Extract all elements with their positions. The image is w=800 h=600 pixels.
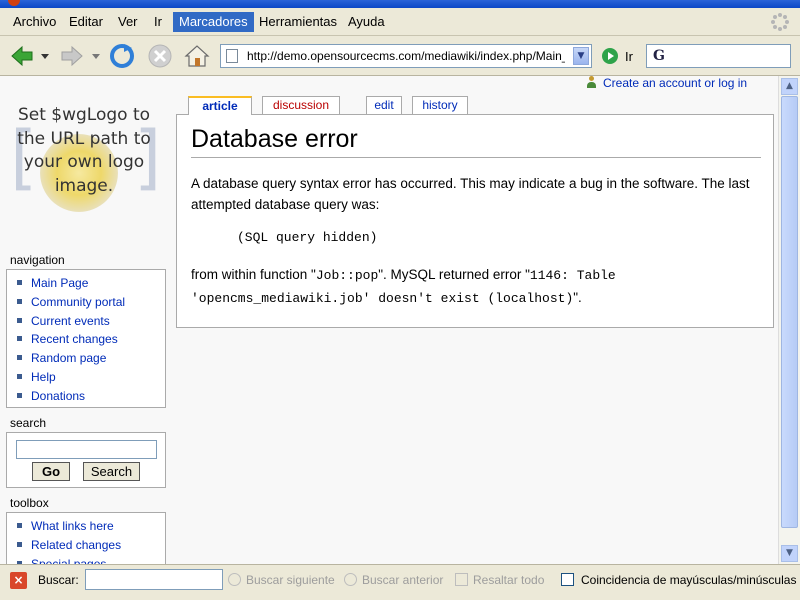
search-input[interactable] <box>16 440 157 459</box>
error-details-suffix: ". <box>573 290 582 305</box>
navigation-portlet: Main Page Community portal Current event… <box>6 269 166 408</box>
url-dropdown-icon[interactable]: ▼ <box>573 47 589 65</box>
scrollbar-thumb[interactable] <box>781 96 798 528</box>
highlight-all-label: Resaltar todo <box>473 573 545 587</box>
nav-link-main-page[interactable]: Main Page <box>17 274 165 293</box>
search-engine-box[interactable]: G <box>646 44 791 68</box>
search-title: search <box>10 416 47 430</box>
find-previous-label: Buscar anterior <box>362 573 444 587</box>
forward-dropdown-icon[interactable] <box>91 51 101 61</box>
find-next-label: Buscar siguiente <box>246 573 335 587</box>
home-icon[interactable] <box>183 42 211 70</box>
close-icon[interactable]: × <box>10 572 27 589</box>
search-button[interactable]: Search <box>83 462 140 481</box>
nav-link-random-page[interactable]: Random page <box>17 349 165 368</box>
match-case-checkbox[interactable] <box>561 573 574 586</box>
toolbox-portlet: What links here Related changes Special … <box>6 512 166 564</box>
create-account-link[interactable]: Create an account or log in <box>586 76 747 90</box>
scroll-up-icon[interactable]: ▲ <box>781 78 798 95</box>
menu-archivo[interactable]: Archivo <box>7 12 62 32</box>
find-input[interactable] <box>85 569 223 590</box>
go-icon[interactable] <box>602 48 618 64</box>
forward-icon[interactable] <box>58 42 86 70</box>
toolbox-link-related-changes[interactable]: Related changes <box>17 536 165 555</box>
toolbox-link-special-pages[interactable]: Special pages <box>17 555 165 564</box>
tab-article[interactable]: article <box>188 96 252 115</box>
reload-icon[interactable] <box>108 42 136 70</box>
menu-ver[interactable]: Ver <box>112 12 144 32</box>
nav-link-current-events[interactable]: Current events <box>17 312 165 331</box>
stop-icon[interactable] <box>146 42 174 70</box>
match-case-label[interactable]: Coincidencia de mayúsculas/minúsculas <box>581 573 796 587</box>
menu-ayuda[interactable]: Ayuda <box>342 12 391 32</box>
sql-query-hidden: (SQL query hidden) <box>237 230 378 245</box>
nav-link-help[interactable]: Help <box>17 368 165 387</box>
content-box: Database error A database query syntax e… <box>176 114 774 328</box>
search-portlet: Go Search <box>6 432 166 488</box>
logo-text: Set $wgLogo to the URL path to your own … <box>17 105 151 196</box>
menu-herramientas[interactable]: Herramientas <box>253 12 343 32</box>
find-next-icon <box>228 573 241 586</box>
back-dropdown-icon[interactable] <box>40 51 50 61</box>
navigation-title: navigation <box>10 253 65 267</box>
tab-discussion[interactable]: discussion <box>262 96 340 114</box>
error-details: from within function "Job::pop". MySQL r… <box>191 264 766 310</box>
create-account-text[interactable]: Create an account or log in <box>603 76 747 90</box>
scroll-down-icon[interactable]: ▼ <box>781 545 798 562</box>
back-icon[interactable] <box>8 42 36 70</box>
page-title: Database error <box>191 123 761 158</box>
nav-link-community-portal[interactable]: Community portal <box>17 293 165 312</box>
go-button[interactable]: Ir <box>625 49 633 64</box>
menu-bar: Archivo Editar Ver Ir Marcadores Herrami… <box>0 8 800 36</box>
error-details-middle: ". MySQL returned error " <box>378 267 530 282</box>
user-icon <box>586 76 597 88</box>
highlight-icon <box>455 573 468 586</box>
site-logo[interactable]: [ ] Set $wgLogo to the URL path to your … <box>10 104 161 232</box>
find-label: Buscar: <box>38 573 79 587</box>
find-previous-icon <box>344 573 357 586</box>
error-description: A database query syntax error has occurr… <box>191 176 750 212</box>
search-go-button[interactable]: Go <box>32 462 70 481</box>
page-icon <box>226 49 238 63</box>
highlight-all-button[interactable]: Resaltar todo <box>455 573 544 587</box>
url-text[interactable]: http://demo.opensourcecms.com/mediawiki/… <box>247 49 565 63</box>
nav-link-donations[interactable]: Donations <box>17 387 165 406</box>
find-previous-button[interactable]: Buscar anterior <box>344 573 443 587</box>
vertical-scrollbar[interactable]: ▲ ▼ <box>778 76 800 564</box>
tab-history[interactable]: history <box>412 96 468 114</box>
menu-editar[interactable]: Editar <box>63 12 109 32</box>
menu-ir[interactable]: Ir <box>148 12 168 32</box>
error-function: Job::pop <box>315 268 379 283</box>
nav-link-recent-changes[interactable]: Recent changes <box>17 330 165 349</box>
throbber-icon <box>771 13 789 31</box>
tab-edit[interactable]: edit <box>366 96 402 114</box>
error-details-prefix: from within function " <box>191 267 316 282</box>
url-bar[interactable]: http://demo.opensourcecms.com/mediawiki/… <box>220 44 592 68</box>
toolbox-title: toolbox <box>10 496 49 510</box>
find-bar: × Buscar: Buscar siguiente Buscar anteri… <box>0 564 800 600</box>
toolbox-link-what-links-here[interactable]: What links here <box>17 517 165 536</box>
firefox-icon <box>8 0 20 6</box>
page-viewport: Create an account or log in [ ] Set $wgL… <box>0 76 778 564</box>
find-next-button[interactable]: Buscar siguiente <box>228 573 335 587</box>
menu-marcadores[interactable]: Marcadores <box>173 12 254 32</box>
google-icon[interactable]: G <box>653 48 665 64</box>
window-title-bar <box>0 0 800 8</box>
